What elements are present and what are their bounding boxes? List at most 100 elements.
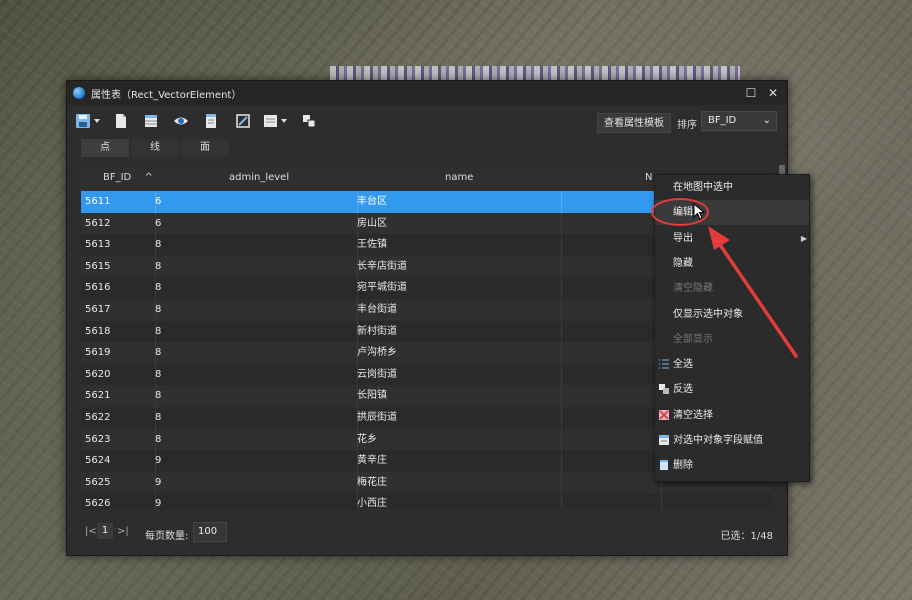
list-doc-icon[interactable] — [203, 113, 219, 129]
sort-select[interactable]: BF_ID ⌄ — [701, 111, 777, 131]
cell-n — [559, 450, 662, 472]
per-page-label: 每页数量: — [145, 531, 189, 542]
cell-bf-id: 5625 — [83, 471, 156, 494]
cell-admin-level: 9 — [153, 471, 358, 494]
column-header-name[interactable]: name — [445, 165, 473, 191]
cell-n — [559, 299, 662, 321]
tab-polygon[interactable]: 面 — [181, 139, 229, 157]
sort-ascending-icon: ^ — [144, 172, 153, 183]
cell-n — [559, 277, 662, 299]
context-menu-label: 在地图中选中 — [673, 182, 733, 193]
title-bar: 属性表（Rect_VectorElement） ☐ ✕ — [67, 81, 787, 105]
cell-bf-id: 5613 — [83, 234, 156, 256]
first-page-icon[interactable]: |< — [85, 526, 97, 537]
cell-bf-id: 5620 — [83, 363, 156, 386]
window-title: 属性表（Rect_VectorElement） — [91, 89, 242, 101]
app-globe-icon — [73, 87, 85, 99]
cell-bf-id: 5622 — [83, 407, 156, 429]
cell-name: 卢沟桥乡 — [355, 342, 562, 364]
context-menu-item[interactable]: 清空选择 — [655, 403, 809, 428]
delete-icon — [660, 460, 668, 471]
cell-name: 王佐镇 — [355, 234, 562, 256]
cell-name: 梅花庄 — [355, 471, 562, 494]
select-all-icon — [659, 359, 669, 369]
context-menu-item[interactable]: 在地图中选中 — [655, 175, 809, 200]
cell-name: 房山区 — [355, 212, 562, 235]
geometry-tabs: 点 线 面 — [81, 139, 231, 157]
cell-n — [559, 407, 662, 429]
cell-name: 拱辰街道 — [355, 407, 562, 429]
cell-name: 宛平城街道 — [355, 277, 562, 299]
cell-name: 花乡 — [355, 428, 562, 451]
cell-admin-level: 8 — [153, 407, 358, 429]
context-menu-label: 全选 — [673, 359, 693, 371]
cell-n — [559, 471, 662, 494]
save-dropdown-icon[interactable] — [75, 113, 103, 129]
column-header-n[interactable]: N — [645, 165, 652, 191]
cell-bf-id: 5611 — [83, 191, 156, 213]
table-row[interactable]: 5626 9 小西庄 — [81, 493, 773, 509]
per-page-input[interactable]: 100 — [193, 522, 227, 542]
view-dropdown-icon[interactable] — [263, 113, 291, 129]
view-attribute-template-button[interactable]: 查看属性模板 — [597, 113, 671, 133]
cell-bf-id: 5623 — [83, 428, 156, 451]
cell-admin-level: 8 — [153, 428, 358, 451]
last-page-icon[interactable]: >| — [117, 526, 129, 537]
cell-bf-id: 5626 — [83, 493, 156, 509]
eye-icon[interactable] — [173, 113, 189, 129]
fit-select-icon[interactable] — [235, 113, 251, 129]
tab-point[interactable]: 点 — [81, 139, 129, 157]
cell-n — [559, 385, 662, 407]
cell-n — [559, 320, 662, 343]
cell-name: 新村街道 — [355, 320, 562, 343]
context-menu-label: 清空选择 — [673, 409, 713, 421]
sort-label: 排序 — [677, 120, 697, 131]
cell-n — [559, 342, 662, 364]
current-page[interactable]: 1 — [97, 523, 113, 539]
cell-admin-level: 6 — [153, 212, 358, 235]
cell-name: 丰台街道 — [355, 299, 562, 321]
column-header-bf-id[interactable]: BF_ID ^ — [103, 165, 153, 191]
invert-select-icon — [659, 384, 669, 395]
column-header-admin-level[interactable]: admin_level — [229, 165, 289, 191]
cell-admin-level: 8 — [153, 255, 358, 278]
cell-name: 长辛店街道 — [355, 255, 562, 278]
annotation-arrow — [708, 226, 798, 358]
context-menu-label: 反选 — [673, 384, 693, 396]
context-menu-label: 删除 — [673, 460, 693, 472]
context-menu-item[interactable]: 删除 — [655, 453, 809, 478]
cell-bf-id: 5624 — [83, 450, 156, 472]
cell-bf-id: 5621 — [83, 385, 156, 407]
cell-admin-level: 8 — [153, 342, 358, 364]
close-icon[interactable]: ✕ — [765, 85, 781, 101]
cell-n — [559, 234, 662, 256]
cell-n — [559, 363, 662, 386]
cell-name: 黄辛庄 — [355, 450, 562, 472]
context-menu-item[interactable]: 对选中对象字段赋值 — [655, 428, 809, 453]
context-menu-item[interactable]: 反选 — [655, 377, 809, 402]
cell-admin-level: 8 — [153, 277, 358, 299]
sort-value: BF_ID — [708, 115, 737, 126]
maximize-icon[interactable]: ☐ — [743, 85, 759, 101]
cell-n — [559, 212, 662, 235]
cell-name: 长阳镇 — [355, 385, 562, 407]
cell-n — [559, 255, 662, 278]
mouse-cursor-icon — [693, 203, 706, 220]
cell-admin-level: 8 — [153, 363, 358, 386]
new-doc-icon[interactable] — [113, 113, 129, 129]
cell-name: 丰台区 — [355, 191, 562, 213]
tab-line[interactable]: 线 — [131, 139, 179, 157]
context-menu-label: 隐藏 — [673, 257, 693, 269]
cell-admin-level: 8 — [153, 385, 358, 407]
table-icon[interactable] — [143, 113, 159, 129]
layers-icon[interactable] — [301, 113, 317, 129]
context-menu-label: 对选中对象字段赋值 — [673, 435, 763, 446]
cell-admin-level: 9 — [153, 493, 358, 509]
cell-admin-level: 9 — [153, 450, 358, 472]
cell-n — [559, 493, 662, 509]
cell-name: 云岗街道 — [355, 363, 562, 386]
submenu-arrow-icon: ▶ — [800, 233, 807, 243]
chevron-down-icon: ⌄ — [762, 115, 771, 126]
cell-bf-id: 5618 — [83, 320, 156, 343]
cell-admin-level: 8 — [153, 320, 358, 343]
